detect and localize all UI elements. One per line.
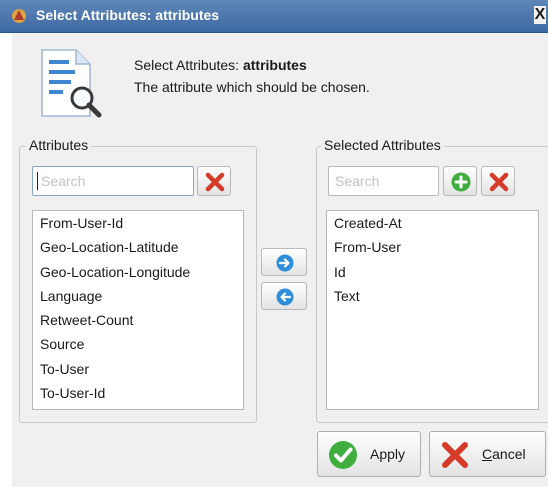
add-attribute-button[interactable] <box>443 166 477 196</box>
selected-group-title: Selected Attributes <box>321 137 444 153</box>
list-item[interactable]: Text <box>327 284 538 308</box>
list-item[interactable]: To-User <box>33 357 243 381</box>
list-item[interactable]: Retweet-Count <box>33 308 243 332</box>
document-search-icon <box>41 49 102 118</box>
blue-arrow-right-icon <box>276 254 294 272</box>
text-caret <box>37 172 38 190</box>
list-item[interactable]: Source <box>33 332 243 356</box>
selected-search-input[interactable]: Search <box>328 166 439 196</box>
search-placeholder: Search <box>41 173 86 189</box>
remove-selected-button[interactable] <box>261 282 307 310</box>
green-check-icon <box>329 441 357 469</box>
attributes-search-input[interactable]: Search <box>32 166 194 196</box>
add-selected-button[interactable] <box>261 248 307 276</box>
list-item[interactable]: Id <box>327 260 538 284</box>
cancel-mnemonic: C <box>482 446 493 462</box>
attributes-list[interactable]: From-User-Id Geo-Location-Latitude Geo-L… <box>32 210 244 410</box>
list-item[interactable]: Created-At <box>327 211 538 235</box>
cancel-label: Cancel <box>482 446 526 462</box>
list-item[interactable]: From-User <box>327 235 538 259</box>
search-placeholder: Search <box>335 173 380 189</box>
list-item[interactable]: Language <box>33 284 243 308</box>
cancel-button[interactable]: Cancel <box>429 431 546 477</box>
header-prefix: Select Attributes: <box>134 57 240 73</box>
selected-clear-search-button[interactable] <box>481 166 515 196</box>
app-icon <box>12 9 26 23</box>
list-item[interactable]: Geo-Location-Latitude <box>33 235 243 259</box>
attributes-clear-search-button[interactable] <box>197 166 231 196</box>
close-button[interactable]: X <box>534 6 546 24</box>
list-item[interactable]: From-User-Id <box>33 211 243 235</box>
header-title: Select Attributes: attributes <box>134 57 307 73</box>
selected-attributes-list[interactable]: Created-At From-User Id Text <box>326 210 539 410</box>
red-x-icon <box>489 172 509 192</box>
list-item[interactable]: Geo-Location-Longitude <box>33 260 243 284</box>
red-x-icon <box>442 442 468 468</box>
blue-arrow-left-icon <box>276 288 294 306</box>
red-x-icon <box>205 172 225 192</box>
title-bar: Select Attributes: attributes X <box>0 0 548 33</box>
apply-label: Apply <box>370 446 406 462</box>
cancel-label-rest: ancel <box>492 446 526 462</box>
attributes-group-title: Attributes <box>26 137 92 153</box>
list-item[interactable]: To-User-Id <box>33 381 243 405</box>
header-name: attributes <box>242 57 307 73</box>
header-description: The attribute which should be chosen. <box>134 79 370 95</box>
apply-button[interactable]: Apply <box>317 431 421 477</box>
window-title: Select Attributes: attributes <box>36 7 220 23</box>
green-plus-icon <box>451 172 471 192</box>
